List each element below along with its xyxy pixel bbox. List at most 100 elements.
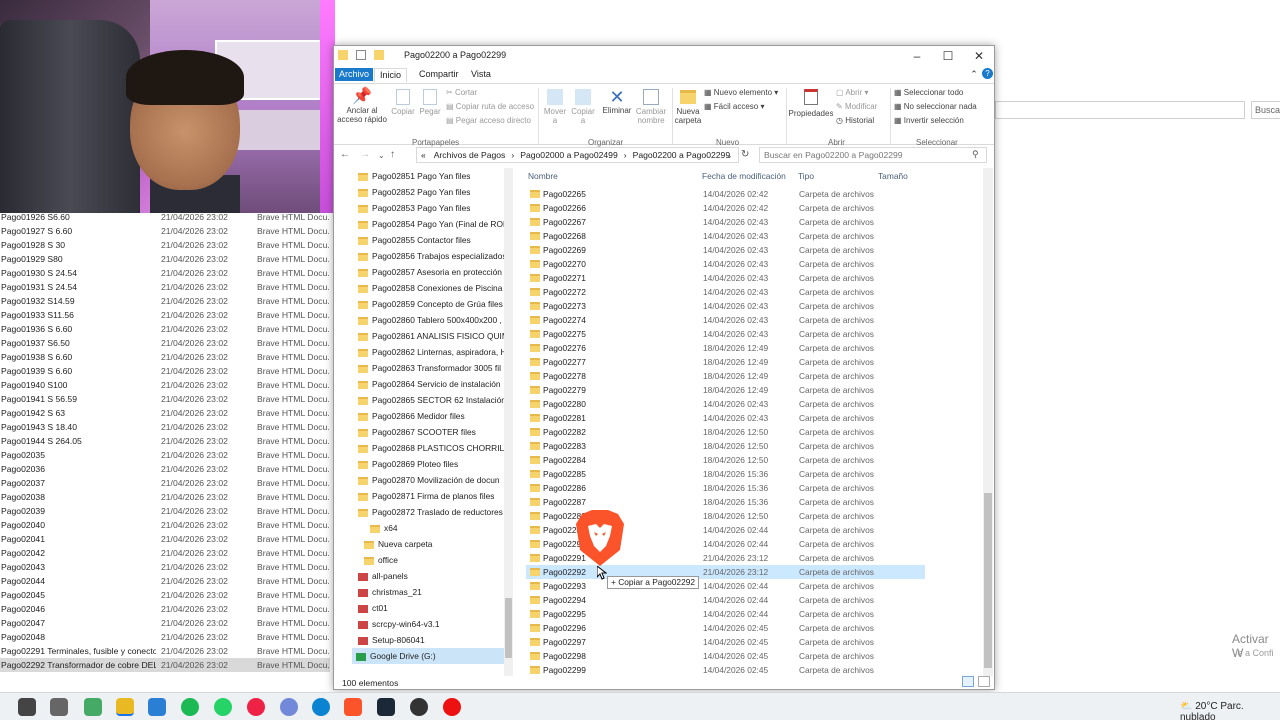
tree-item[interactable]: Pago02851 Pago Yan files [358,168,470,184]
tree-item[interactable]: Pago02861 ANALISIS FISICO QUIM [358,328,509,344]
steam-icon[interactable] [377,698,395,716]
back-arrow-icon[interactable]: ← [340,149,350,160]
tree-item[interactable]: Pago02860 Tablero 500x400x200 , I [358,312,506,328]
file-row[interactable]: Pago02286 18/04/2026 15:36 Carpeta de arch… [526,481,925,495]
large-icons-view-icon[interactable] [978,676,990,687]
file-row[interactable]: Pago02274 14/04/2026 02:43 Carpeta de arch… [526,313,925,327]
background-list-row[interactable]: Pago01929 S80 21/04/2026 23:02 Brave HTML … [0,252,330,266]
background-list-row[interactable]: Pago01939 S 6.60 21/04/2026 23:02 Brave HT… [0,364,330,378]
background-list-row[interactable]: Pago02040 21/04/2026 23:02 Brave HTML Docu… [0,518,330,532]
brave-icon[interactable] [344,698,362,716]
tab-inicio[interactable]: Inicio [374,68,408,82]
background-list-row[interactable]: Pago01927 S 6.60 21/04/2026 23:02 Brave HT… [0,224,330,238]
mail-icon[interactable] [148,698,166,716]
move-to-button[interactable]: Mover a [542,88,568,125]
file-row[interactable]: Pago02266 14/04/2026 02:42 Carpeta de arch… [526,201,925,215]
tree-item[interactable]: Setup-806041 [358,632,425,648]
navigation-scrollbar[interactable] [504,168,513,676]
background-list-row[interactable]: Pago01941 S 56.59 21/04/2026 23:02 Brave H… [0,392,330,406]
opera-icon[interactable] [443,698,461,716]
file-row[interactable]: Pago02275 14/04/2026 02:43 Carpeta de arch… [526,327,925,341]
app-icon[interactable] [50,698,68,716]
background-list-row[interactable]: Pago01940 S100 21/04/2026 23:02 Brave HTML… [0,378,330,392]
background-list-row[interactable]: Pago02039 21/04/2026 23:02 Brave HTML Docu… [0,504,330,518]
background-list-row[interactable]: Pago02038 21/04/2026 23:02 Brave HTML Docu… [0,490,330,504]
new-item-button[interactable]: ▦ Nuevo elemento ▾ [704,88,778,98]
tree-item[interactable]: Pago02852 Pago Yan files [358,184,470,200]
background-list-row[interactable]: Pago01933 S11.56 21/04/2026 23:02 Brave HT… [0,308,330,322]
cut-button[interactable]: ✂ Cortar [446,88,477,98]
background-list-row[interactable]: Pago01937 S6.50 21/04/2026 23:02 Brave HTM… [0,336,330,350]
file-list-scrollbar[interactable] [983,168,993,676]
recent-chevron-down-icon[interactable]: ⌄ [378,151,385,160]
tree-item[interactable]: Pago02854 Pago Yan (Final de ROB [358,216,509,232]
file-row[interactable]: Pago02278 18/04/2026 12:49 Carpeta de arch… [526,369,925,383]
select-none-button[interactable]: ▦ No seleccionar nada [894,102,977,112]
new-folder-button[interactable]: Nueva carpeta [674,88,702,125]
easy-access-button[interactable]: ▦ Fácil acceso ▾ [704,102,765,112]
file-row[interactable]: Pago02280 14/04/2026 02:43 Carpeta de arch… [526,397,925,411]
tab-vista[interactable]: Vista [466,68,496,81]
file-row[interactable]: Pago02287 18/04/2026 15:36 Carpeta de arch… [526,495,925,509]
file-row[interactable]: Pago02295 14/04/2026 02:44 Carpeta de arch… [526,607,925,621]
file-row[interactable]: Pago02294 14/04/2026 02:44 Carpeta de arch… [526,593,925,607]
new-folder-icon[interactable] [374,50,385,60]
background-list-row[interactable]: Pago02291 Terminales, fusible y conector… [0,644,330,658]
forward-arrow-icon[interactable]: → [360,149,370,160]
file-row[interactable]: Pago02267 14/04/2026 02:43 Carpeta de arch… [526,215,925,229]
tree-item[interactable]: scrcpy-win64-v3.1 [358,616,440,632]
background-list-row[interactable]: Pago02046 21/04/2026 23:02 Brave HTML Docu… [0,602,330,616]
tree-item[interactable]: Nueva carpeta [364,536,432,552]
background-list-row[interactable]: Pago01926 S6.60 21/04/2026 23:02 Brave HTM… [0,210,330,224]
file-row[interactable]: Pago02271 14/04/2026 02:43 Carpeta de arch… [526,271,925,285]
breadcrumb-item[interactable]: Archivos de Pagos [434,150,506,160]
background-list-row[interactable]: Pago02042 21/04/2026 23:02 Brave HTML Docu… [0,546,330,560]
background-list-row[interactable]: Pago02035 21/04/2026 23:02 Brave HTML Docu… [0,448,330,462]
maximize-button[interactable]: ☐ [933,48,963,64]
tree-item[interactable]: office [364,552,398,568]
file-explorer-icon[interactable] [116,698,134,716]
history-button[interactable]: ◷ Historial [836,116,874,126]
background-list-row[interactable]: Pago02037 21/04/2026 23:02 Brave HTML Docu… [0,476,330,490]
address-bar[interactable]: « Archivos de Pagos › Pago02000 a Pago0249… [416,147,739,163]
file-row[interactable]: Pago02277 18/04/2026 12:49 Carpeta de arch… [526,355,925,369]
edge-icon[interactable] [312,698,330,716]
column-header-modified[interactable]: Fecha de modificación [702,171,786,181]
background-list-row[interactable]: Pago01943 S 18.40 21/04/2026 23:02 Brave H… [0,420,330,434]
refresh-icon[interactable]: ↻ [741,149,749,160]
tree-item[interactable]: Pago02866 Medidor files [358,408,465,424]
tree-item[interactable]: Pago02858 Conexiones de Piscina [358,280,502,296]
background-address-bar[interactable] [995,101,1245,119]
delete-button[interactable]: ✕ Eliminar [602,88,632,115]
background-list-row[interactable]: Pago02048 21/04/2026 23:02 Brave HTML Docu… [0,630,330,644]
address-dropdown-icon[interactable]: ⌄ [726,151,733,160]
tree-item[interactable]: Pago02870 Movilización de docun [358,472,500,488]
tree-item[interactable]: Pago02857 Asesoria en protección [358,264,502,280]
background-list-row[interactable]: Pago02292 Transformador de cobre DELC...… [0,658,330,672]
close-button[interactable]: ✕ [964,48,994,64]
column-header-size[interactable]: Tamaño [878,171,908,181]
tree-item[interactable]: Pago02859 Concepto de Grúa files [358,296,503,312]
tab-archivo[interactable]: Archivo [335,68,374,81]
file-row[interactable]: Pago02276 18/04/2026 12:49 Carpeta de arch… [526,341,925,355]
up-arrow-icon[interactable]: ↑ [390,149,395,160]
background-list-row[interactable]: Pago01944 S 264.05 21/04/2026 23:02 Brave … [0,434,330,448]
background-list-row[interactable]: Pago02045 21/04/2026 23:02 Brave HTML Docu… [0,588,330,602]
file-row[interactable]: Pago02299 14/04/2026 02:45 Carpeta de arch… [526,663,925,677]
pin-button[interactable]: 📌 Anclar al acceso rápido [336,88,388,124]
background-list-row[interactable]: Pago02043 21/04/2026 23:02 Brave HTML Docu… [0,560,330,574]
details-view-icon[interactable] [962,676,974,687]
file-row[interactable]: Pago02269 14/04/2026 02:43 Carpeta de arch… [526,243,925,257]
ribbon-collapse-icon[interactable]: ⌃ [964,66,984,82]
background-list-row[interactable]: Pago02047 21/04/2026 23:02 Brave HTML Docu… [0,616,330,630]
help-icon[interactable]: ? [982,68,993,79]
copy-path-button[interactable]: ▤ Copiar ruta de acceso [446,102,534,112]
file-row[interactable]: Pago02293 14/04/2026 02:44 Carpeta de arch… [526,579,925,593]
tree-item[interactable]: all-panels [358,568,408,584]
copy-to-button[interactable]: Copiar a [570,88,596,125]
minimize-button[interactable]: – [902,48,932,64]
tree-item[interactable]: Pago02864 Servicio de instalación [358,376,501,392]
column-header-name[interactable]: Nombre [528,171,558,181]
background-list-row[interactable]: Pago01928 S 30 21/04/2026 23:02 Brave HTML… [0,238,330,252]
tree-item[interactable]: Pago02869 Ploteo files [358,456,458,472]
